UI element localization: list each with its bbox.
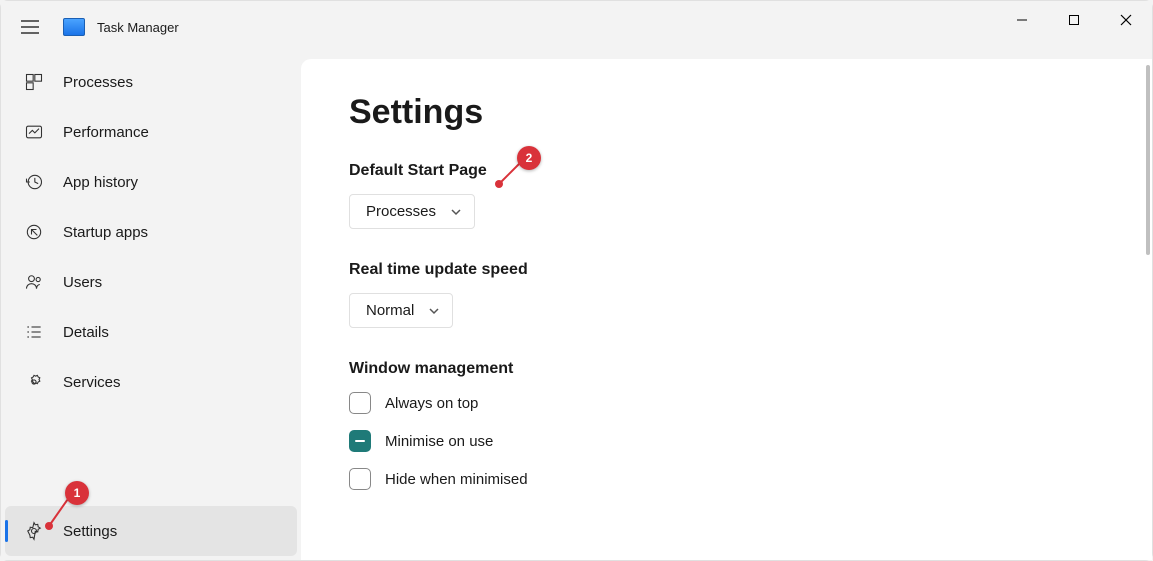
section-update-speed: Real time update speed Normal	[349, 261, 1152, 360]
services-icon	[23, 371, 45, 393]
checkbox-always-on-top[interactable]: Always on top	[349, 392, 1152, 414]
chevron-down-icon	[428, 305, 440, 317]
sidebar: Processes Performance App history Startu…	[1, 53, 301, 560]
checkbox-label: Hide when minimised	[385, 471, 528, 488]
app-title: Task Manager	[97, 20, 179, 35]
sidebar-item-details[interactable]: Details	[5, 307, 297, 357]
section-window-management: Window management Always on top Minimise…	[349, 360, 1152, 490]
minimize-icon	[1016, 14, 1028, 26]
gear-icon	[23, 520, 45, 542]
checkbox-box	[349, 468, 371, 490]
sidebar-item-users[interactable]: Users	[5, 257, 297, 307]
sidebar-item-label: App history	[63, 174, 138, 191]
checkbox-label: Minimise on use	[385, 433, 493, 450]
scrollbar-thumb[interactable]	[1146, 65, 1150, 255]
checkbox-box	[349, 430, 371, 452]
sidebar-item-label: Startup apps	[63, 224, 148, 241]
checkbox-box	[349, 392, 371, 414]
app-icon	[63, 18, 85, 36]
checkbox-label: Always on top	[385, 395, 478, 412]
processes-icon	[23, 71, 45, 93]
history-icon	[23, 171, 45, 193]
sidebar-item-app-history[interactable]: App history	[5, 157, 297, 207]
sidebar-item-label: Settings	[63, 523, 117, 540]
window-controls	[996, 1, 1152, 39]
annotation-dot-1	[45, 522, 53, 530]
main-content: Settings Default Start Page Processes 2 …	[301, 59, 1152, 560]
checkbox-hide-when-minimised[interactable]: Hide when minimised	[349, 468, 1152, 490]
sidebar-item-label: Users	[63, 274, 102, 291]
default-start-dropdown[interactable]: Processes	[349, 194, 475, 229]
users-icon	[23, 271, 45, 293]
sidebar-item-label: Performance	[63, 124, 149, 141]
page-title: Settings	[349, 93, 1152, 132]
update-speed-label: Real time update speed	[349, 261, 1152, 279]
performance-icon	[23, 121, 45, 143]
minimize-button[interactable]	[996, 1, 1048, 39]
sidebar-item-settings[interactable]: Settings	[5, 506, 297, 556]
default-start-label: Default Start Page	[349, 162, 1152, 180]
titlebar: Task Manager	[1, 1, 1152, 53]
hamburger-menu-button[interactable]	[7, 4, 53, 50]
sidebar-item-processes[interactable]: Processes	[5, 57, 297, 107]
sidebar-item-performance[interactable]: Performance	[5, 107, 297, 157]
annotation-badge-2: 2	[517, 146, 541, 170]
maximize-icon	[1068, 14, 1080, 26]
chevron-down-icon	[450, 206, 462, 218]
startup-icon	[23, 221, 45, 243]
window-mgmt-label: Window management	[349, 360, 1152, 378]
update-speed-dropdown[interactable]: Normal	[349, 293, 453, 328]
sidebar-item-label: Processes	[63, 74, 133, 91]
sidebar-item-services[interactable]: Services	[5, 357, 297, 407]
details-icon	[23, 321, 45, 343]
dropdown-value: Processes	[366, 203, 436, 220]
close-icon	[1120, 14, 1132, 26]
sidebar-item-label: Services	[63, 374, 121, 391]
dropdown-value: Normal	[366, 302, 414, 319]
annotation-badge-1: 1	[65, 481, 89, 505]
checkbox-minimise-on-use[interactable]: Minimise on use	[349, 430, 1152, 452]
maximize-button[interactable]	[1048, 1, 1100, 39]
section-default-start: Default Start Page Processes 2	[349, 162, 1152, 261]
sidebar-item-label: Details	[63, 324, 109, 341]
sidebar-item-startup-apps[interactable]: Startup apps	[5, 207, 297, 257]
annotation-dot-2	[495, 180, 503, 188]
close-button[interactable]	[1100, 1, 1152, 39]
hamburger-icon	[21, 20, 39, 34]
